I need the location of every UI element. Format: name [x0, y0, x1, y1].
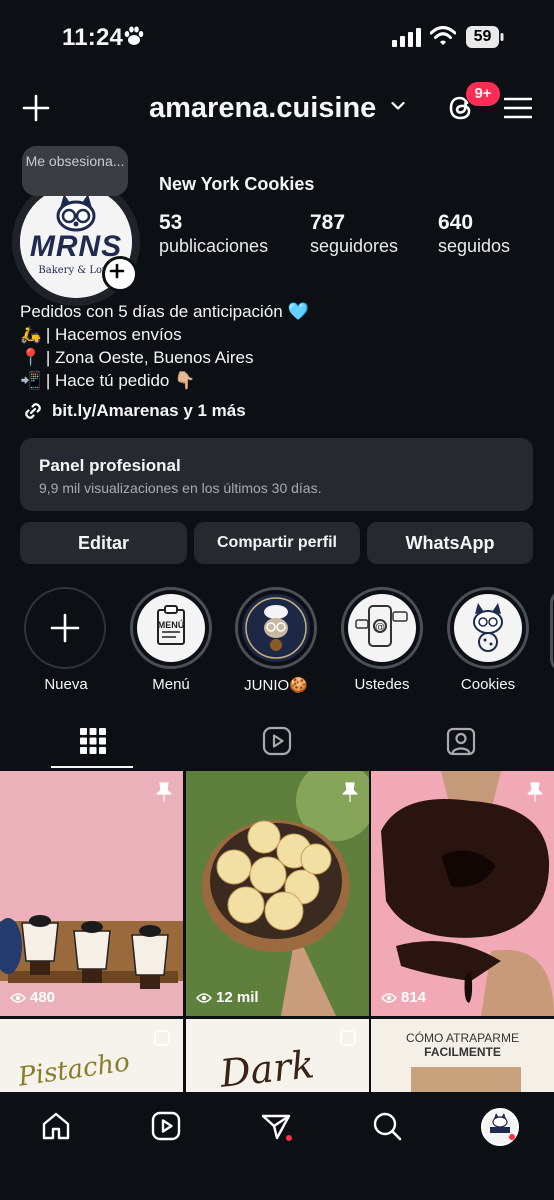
highlight-label: Ustedes [354, 676, 410, 693]
bio-line: Pedidos con 5 días de anticipación 🩵 [20, 302, 309, 321]
highlight-cookies[interactable] [447, 587, 529, 669]
highlight-junio[interactable] [235, 587, 317, 669]
post-views-count: 814 [401, 989, 427, 1006]
post-tile[interactable]: CÓMO ATRAPARME FACILMENTE [371, 1019, 554, 1092]
paw-icon [124, 26, 144, 45]
highlight-menu[interactable]: MENÚ [130, 587, 212, 669]
eye-icon [10, 992, 26, 1003]
post-views-count: 12 mil [216, 989, 259, 1006]
post-views: 480 [10, 989, 55, 1006]
signal-icon [392, 28, 421, 47]
posts-label[interactable]: publicaciones [159, 236, 268, 257]
plus-icon [109, 263, 125, 279]
post-views-count: 480 [30, 989, 56, 1006]
eye-icon [196, 992, 212, 1003]
followers-label[interactable]: seguidores [310, 236, 398, 257]
highlight-partial[interactable] [550, 590, 554, 672]
followers-count[interactable]: 787 [310, 211, 345, 235]
hamburger-menu-icon[interactable] [504, 96, 532, 120]
bio-line: 📲 | Hace tú pedido 👇🏼 [20, 371, 196, 390]
post-caption: Pistacho [16, 1047, 132, 1092]
chevron-down-icon[interactable] [391, 101, 405, 111]
profile-note[interactable]: Me obsesiona... [22, 146, 128, 196]
link-icon [25, 403, 41, 419]
carousel-icon [154, 1030, 170, 1046]
post-tile[interactable]: 480 [0, 771, 183, 1016]
menu-clipboard-text: MENÚ [157, 620, 185, 630]
bio-link-text[interactable]: bit.ly/Amarenas y 1 más [52, 401, 246, 421]
bio-line: 📍 | Zona Oeste, Buenos Aires [20, 348, 254, 367]
grid-icon[interactable] [78, 726, 108, 756]
battery-indicator: 59 [466, 26, 504, 48]
box-illustration [411, 1067, 521, 1092]
post-tile[interactable]: 814 [371, 771, 554, 1016]
home-icon[interactable] [40, 1110, 72, 1142]
highlight-ustedes[interactable]: @ [341, 587, 423, 669]
edit-profile-button[interactable]: Editar [20, 522, 187, 564]
pin-icon [156, 782, 172, 802]
battery-level: 59 [473, 28, 492, 45]
following-label[interactable]: seguidos [438, 236, 510, 257]
highlight-label: Nueva [44, 676, 88, 693]
highlight-label: JUNIO🍪 [244, 677, 308, 694]
direct-message-icon[interactable] [260, 1110, 292, 1142]
cookie-mascot-icon [454, 594, 522, 662]
dessert-cups-image [0, 771, 183, 1016]
bio: Pedidos con 5 días de anticipación 🩵 🛵 |… [20, 300, 309, 392]
display-name: New York Cookies [159, 174, 315, 194]
plus-icon [50, 613, 80, 643]
cheese-bread-image [186, 771, 369, 1016]
reels-icon[interactable] [262, 726, 292, 756]
posts-count[interactable]: 53 [159, 211, 182, 235]
panel-title: Panel profesional [39, 456, 181, 475]
chef-mascot-icon [242, 594, 310, 662]
bio-line: 🛵 | Hacemos envíos [20, 325, 182, 344]
post-tile[interactable]: Pistacho [0, 1019, 183, 1092]
reels-nav-icon[interactable] [150, 1110, 182, 1142]
eye-icon [381, 992, 397, 1003]
svg-text:@: @ [375, 622, 385, 633]
whatsapp-button[interactable]: WhatsApp [367, 522, 533, 564]
post-views: 814 [381, 989, 426, 1006]
post-caption: Dark [217, 1042, 317, 1092]
search-icon[interactable] [371, 1110, 403, 1142]
bio-link[interactable]: bit.ly/Amarenas y 1 más [22, 400, 246, 422]
post-tile[interactable]: 12 mil [186, 771, 369, 1016]
active-tab-indicator [51, 766, 133, 768]
profile-username[interactable]: amarena.cuisine [149, 92, 376, 125]
post-caption-line: CÓMO ATRAPARME [406, 1031, 519, 1045]
pin-icon [527, 782, 543, 802]
profile-avatar-nav[interactable] [481, 1108, 519, 1146]
highlight-label: Menú [152, 676, 190, 693]
post-tile[interactable]: Dark [186, 1019, 369, 1092]
carousel-icon [340, 1030, 356, 1046]
chocolate-cookie-image [371, 771, 554, 1016]
highlight-new[interactable] [24, 587, 106, 669]
profile-notification-dot [509, 1134, 515, 1140]
tagged-icon[interactable] [446, 726, 476, 756]
pin-icon [342, 782, 358, 802]
following-count[interactable]: 640 [438, 211, 473, 235]
bottom-navigation [0, 1092, 554, 1200]
phone-chat-icon: @ [348, 594, 416, 662]
post-caption-line: FACILMENTE [424, 1045, 501, 1059]
status-time: 11:24 [62, 24, 124, 51]
wifi-icon [430, 26, 456, 45]
create-plus-icon[interactable] [22, 94, 50, 122]
post-views: 12 mil [196, 989, 259, 1006]
notification-badge: 9+ [466, 82, 500, 106]
panel-subtitle: 9,9 mil visualizaciones en los últimos 3… [39, 480, 322, 496]
highlight-label: Cookies [460, 676, 516, 693]
add-story-button[interactable] [102, 256, 138, 292]
share-profile-button[interactable]: Compartir perfil [194, 522, 360, 564]
